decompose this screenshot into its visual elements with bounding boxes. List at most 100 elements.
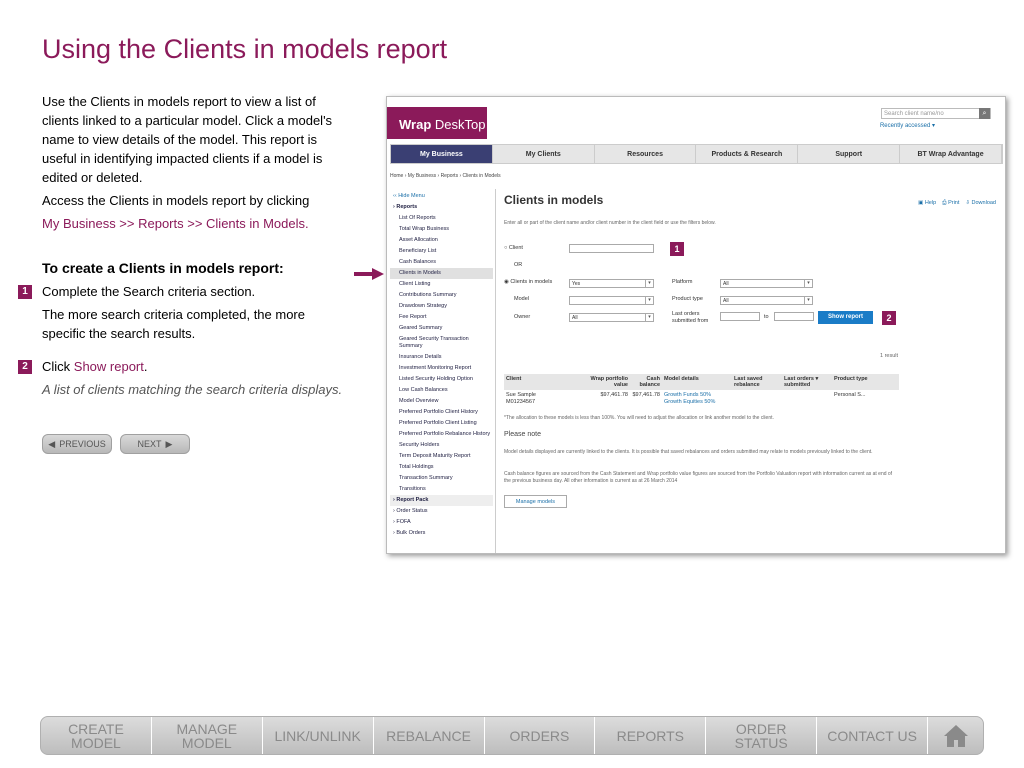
report-tools: ▣ Help ⎙ Print ⇩ Download — [918, 200, 996, 207]
print-link[interactable]: ⎙ Print — [942, 200, 959, 207]
date-to-input[interactable] — [774, 312, 814, 321]
sidebar-bulk-orders[interactable]: › Bulk Orders — [390, 528, 493, 539]
col-wrap-value[interactable]: Wrap portfolio value — [586, 374, 630, 390]
platform-label: Platform — [672, 279, 693, 285]
client-search-input[interactable]: Search client name/no ⌕ — [881, 108, 991, 119]
sidebar-item[interactable]: Transitions — [390, 484, 493, 495]
manage-models-button[interactable]: Manage models — [504, 495, 567, 508]
nav-my-clients[interactable]: My Clients — [493, 145, 595, 163]
tab-order-status[interactable]: ORDER STATUS — [706, 717, 818, 754]
side-menu: ‹‹ Hide Menu › Reports List Of Reports T… — [390, 191, 493, 539]
sidebar-item[interactable]: Listed Security Holding Option — [390, 374, 493, 385]
col-client[interactable]: Client — [504, 374, 586, 390]
cell-wrap-value: $97,461.78 — [600, 392, 628, 398]
step-2-badge: 2 — [882, 311, 896, 325]
nav-resources[interactable]: Resources — [595, 145, 697, 163]
cell-product-type: Personal S... — [834, 392, 866, 398]
sidebar-item[interactable]: Insurance Details — [390, 352, 493, 363]
cell-last-saved — [732, 390, 782, 408]
to-label: to — [764, 314, 769, 320]
tab-rebalance[interactable]: REBALANCE — [374, 717, 485, 754]
sidebar-item[interactable]: Geared Summary — [390, 323, 493, 334]
intro-text: Use the Clients in models report to view… — [42, 94, 333, 185]
sidebar-item[interactable]: Investment Monitoring Report — [390, 363, 493, 374]
hide-menu-link[interactable]: ‹‹ Hide Menu — [390, 191, 493, 202]
sidebar-item[interactable]: Total Holdings — [390, 462, 493, 473]
model-link-growth-equities[interactable]: Growth Equities 50% — [664, 399, 715, 405]
step-1-text: Complete the Search criteria section. — [42, 284, 256, 299]
report-intro: Enter all or part of the client name and… — [504, 220, 716, 226]
nav-support[interactable]: Support — [798, 145, 901, 163]
col-product-type[interactable]: Product type — [832, 374, 899, 390]
sidebar-item[interactable]: Fee Report — [390, 312, 493, 323]
sidebar-item[interactable]: Preferred Portfolio Rebalance History — [390, 429, 493, 440]
col-last-saved-rebalance[interactable]: Last saved rebalance — [732, 374, 782, 390]
tab-manage-model[interactable]: MANAGE MODEL — [152, 717, 263, 754]
show-report-button[interactable]: Show report — [818, 311, 873, 324]
sidebar-item[interactable]: Preferred Portfolio Client History — [390, 407, 493, 418]
menu-divider — [495, 189, 496, 553]
date-from-input[interactable] — [720, 312, 760, 321]
sidebar-item[interactable]: Total Wrap Business — [390, 224, 493, 235]
product-type-select[interactable]: All ▾ — [720, 296, 813, 305]
sidebar-item[interactable]: Drawdown Strategy — [390, 301, 493, 312]
tab-orders[interactable]: ORDERS — [485, 717, 596, 754]
sidebar-item[interactable]: List Of Reports — [390, 213, 493, 224]
next-button[interactable]: NEXT ▶ — [120, 434, 190, 454]
sidebar-item[interactable]: Geared Security Transaction Summary — [390, 334, 493, 352]
cell-client: Sue Sample M01234567 — [506, 392, 536, 405]
tab-reports[interactable]: REPORTS — [595, 717, 707, 754]
sidebar-item-clients-in-models[interactable]: Clients in Models — [390, 268, 493, 279]
owner-select[interactable]: All ▾ — [569, 313, 654, 322]
step-1-detail: The more search criteria completed, the … — [42, 307, 305, 341]
sidebar-item[interactable]: Beneficiary List — [390, 246, 493, 257]
cell-cash: $97,461.78 — [632, 392, 660, 398]
clients-in-models-select[interactable]: Yes ▾ — [569, 279, 654, 288]
recently-accessed-link[interactable]: Recently accessed ▾ — [880, 122, 935, 129]
col-model-details[interactable]: Model details — [662, 374, 732, 390]
sidebar-item[interactable]: Client Listing — [390, 279, 493, 290]
sidebar-report-pack[interactable]: › Report Pack — [390, 495, 493, 506]
model-label: Model — [514, 296, 529, 302]
sidebar-reports[interactable]: › Reports — [390, 202, 493, 213]
nav-my-business[interactable]: My Business — [391, 145, 493, 163]
download-link[interactable]: ⇩ Download — [965, 200, 996, 207]
step-2: 2 Click Show report. A list of clients m… — [18, 357, 347, 399]
platform-select[interactable]: All ▾ — [720, 279, 813, 288]
model-link-growth-funds[interactable]: Growth Funds 50% — [664, 392, 711, 398]
search-icon[interactable]: ⌕ — [979, 108, 990, 119]
client-radio[interactable]: ○ Client — [504, 245, 523, 251]
clients-in-models-radio[interactable]: ◉ Clients in models — [504, 279, 552, 285]
sidebar-item[interactable]: Transaction Summary — [390, 473, 493, 484]
chevron-down-icon: ▾ — [645, 280, 653, 287]
sidebar-item[interactable]: Asset Allocation — [390, 235, 493, 246]
sidebar-item[interactable]: Low Cash Balances — [390, 385, 493, 396]
col-cash-balance[interactable]: Cash balance — [630, 374, 662, 390]
sidebar-item[interactable]: Model Overview — [390, 396, 493, 407]
col-last-orders-submitted[interactable]: Last orders ▾ submitted — [782, 374, 832, 390]
previous-button[interactable]: ◀ PREVIOUS — [42, 434, 112, 454]
step-1-number: 1 — [18, 285, 32, 299]
product-type-label: Product type — [672, 296, 703, 302]
sidebar-fofa[interactable]: › FOFA — [390, 517, 493, 528]
breadcrumb[interactable]: Home › My Business › Reports › Clients i… — [390, 173, 501, 179]
sidebar-item[interactable]: Cash Balances — [390, 257, 493, 268]
tab-create-model[interactable]: CREATE MODEL — [41, 717, 152, 754]
tab-contact-us[interactable]: CONTACT US — [817, 717, 928, 754]
show-report-link[interactable]: Show report — [74, 359, 144, 374]
model-select[interactable]: ▾ — [569, 296, 654, 305]
tab-link-unlink[interactable]: LINK/UNLINK — [263, 717, 374, 754]
help-link[interactable]: ▣ Help — [918, 200, 936, 207]
sidebar-item[interactable]: Security Holders — [390, 440, 493, 451]
sidebar-item[interactable]: Contributions Summary — [390, 290, 493, 301]
home-button[interactable] — [928, 717, 983, 754]
allocation-note: *The allocation to these models is less … — [504, 415, 774, 421]
nav-bt-wrap-advantage[interactable]: BT Wrap Advantage — [900, 145, 1002, 163]
instructions-panel: Use the Clients in models report to view… — [18, 92, 347, 403]
sidebar-item[interactable]: Preferred Portfolio Client Listing — [390, 418, 493, 429]
cell-last-orders — [782, 390, 832, 408]
sidebar-item[interactable]: Term Deposit Maturity Report — [390, 451, 493, 462]
client-input[interactable] — [569, 244, 654, 253]
sidebar-order-status[interactable]: › Order Status — [390, 506, 493, 517]
nav-products-research[interactable]: Products & Research — [696, 145, 799, 163]
